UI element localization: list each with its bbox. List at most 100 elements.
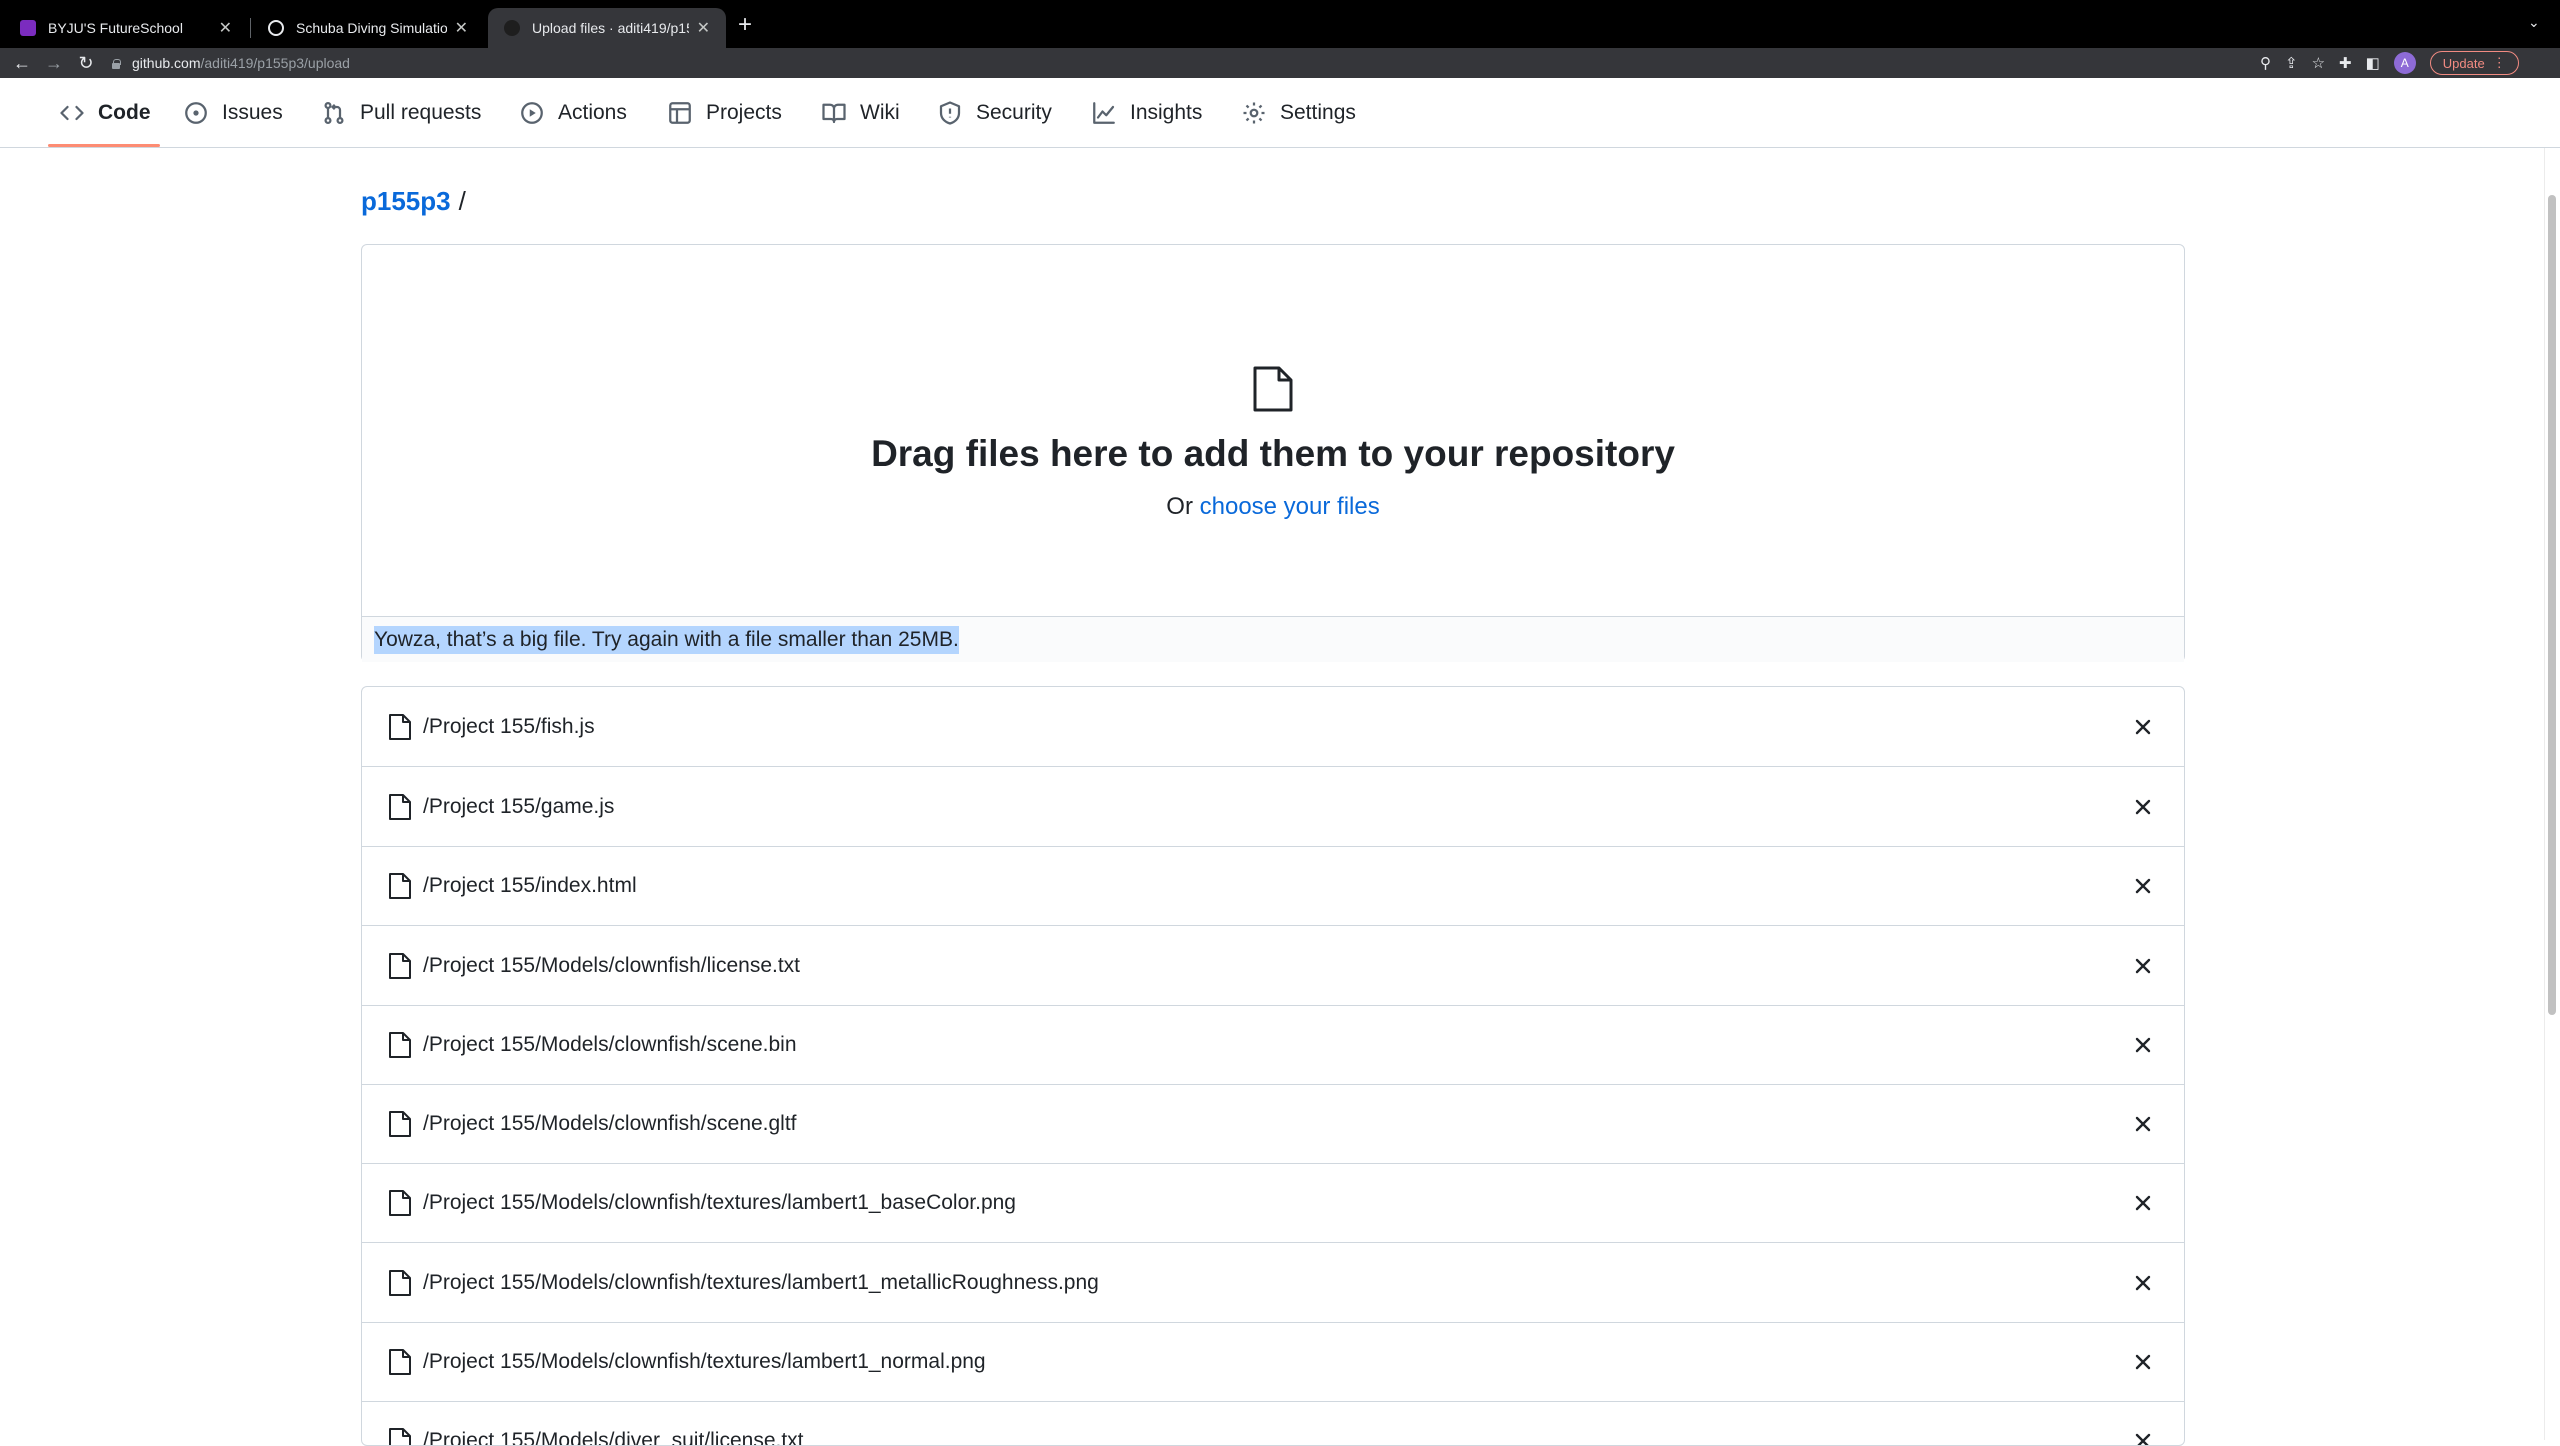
file-path: /Project 155/Models/clownfish/scene.gltf	[423, 1112, 797, 1136]
file-row: /Project 155/Models/diver_suit/license.t…	[362, 1401, 2184, 1446]
extensions-puzzle-icon[interactable]: ✚	[2339, 54, 2352, 72]
back-arrow-icon[interactable]: ←	[6, 48, 38, 78]
github-favicon-icon	[504, 20, 520, 36]
browser-tab-title: Upload files · aditi419/p155p3	[532, 20, 689, 36]
remove-file-x-icon[interactable]	[2130, 1349, 2156, 1375]
code-icon	[60, 101, 84, 125]
file-row: /Project 155/Models/clownfish/textures/l…	[362, 1243, 2184, 1323]
tab-search-chevron-icon[interactable]: ⌄	[2528, 14, 2540, 31]
breadcrumb-separator: /	[459, 186, 466, 217]
file-path: /Project 155/index.html	[423, 874, 637, 898]
file-icon	[388, 1110, 412, 1138]
tab-label: Wiki	[860, 101, 900, 125]
close-tab-icon[interactable]: ✕	[697, 18, 710, 38]
tab-label: Code	[98, 101, 151, 125]
profile-avatar[interactable]: A	[2394, 52, 2416, 74]
file-icon	[388, 1031, 412, 1059]
file-row: /Project 155/game.js	[362, 767, 2184, 847]
tab-actions[interactable]: Actions	[520, 78, 627, 148]
tab-settings[interactable]: Settings	[1242, 78, 1356, 148]
book-icon	[822, 101, 846, 125]
table-icon	[668, 101, 692, 125]
tab-code[interactable]: Code	[60, 78, 151, 148]
browser-tab-2-active[interactable]: Upload files · aditi419/p155p3 ✕	[488, 8, 726, 48]
address-bar[interactable]: github.com/aditi419/p155p3/upload	[112, 52, 2248, 74]
share-icon[interactable]: ⇪	[2285, 54, 2298, 72]
tab-wiki[interactable]: Wiki	[822, 78, 900, 148]
repo-navigation: Code Issues Pull requests Actions Projec…	[0, 78, 2560, 148]
remove-file-x-icon[interactable]	[2130, 714, 2156, 740]
remove-file-x-icon[interactable]	[2130, 953, 2156, 979]
file-path: /Project 155/Models/clownfish/license.tx…	[423, 954, 800, 978]
file-icon	[388, 1348, 412, 1376]
bookmark-star-icon[interactable]: ☆	[2312, 54, 2325, 72]
file-row: /Project 155/Models/clownfish/scene.gltf	[362, 1084, 2184, 1164]
file-icon	[388, 1189, 412, 1217]
update-button[interactable]: Update ⋮	[2430, 51, 2519, 75]
file-row: /Project 155/Models/clownfish/textures/l…	[362, 1163, 2184, 1243]
tab-label: Security	[976, 101, 1052, 125]
file-path: /Project 155/Models/clownfish/scene.bin	[423, 1033, 797, 1057]
globe-icon	[268, 20, 284, 36]
file-path: /Project 155/Models/clownfish/textures/l…	[423, 1271, 1099, 1295]
new-tab-plus-icon[interactable]: +	[738, 12, 752, 38]
remove-file-x-icon[interactable]	[2130, 1190, 2156, 1216]
browser-tab-title: Schuba Diving Simulation	[296, 20, 447, 36]
file-row: /Project 155/Models/clownfish/scene.bin	[362, 1005, 2184, 1085]
remove-file-x-icon[interactable]	[2130, 794, 2156, 820]
tab-issues[interactable]: Issues	[184, 78, 283, 148]
file-path: /Project 155/game.js	[423, 795, 614, 819]
browser-tab-title: BYJU'S FutureSchool	[48, 20, 211, 36]
drop-zone-subtitle: Or choose your files	[362, 493, 2184, 521]
graph-icon	[1092, 101, 1116, 125]
file-icon	[388, 793, 412, 821]
file-size-error: Yowza, that’s a big file. Try again with…	[362, 616, 2184, 662]
toolbar-icons: ⚲ ⇪ ☆ ✚ ◧ A Update ⋮	[2260, 48, 2519, 78]
tab-label: Pull requests	[360, 101, 481, 125]
file-icon	[388, 1269, 412, 1297]
url-host: github.com	[132, 55, 200, 71]
choose-files-link[interactable]: choose your files	[1200, 493, 1380, 520]
tab-projects[interactable]: Projects	[668, 78, 782, 148]
more-vert-icon: ⋮	[2493, 55, 2506, 71]
repo-name-link[interactable]: p155p3	[361, 186, 451, 217]
forward-arrow-icon[interactable]: →	[38, 48, 70, 78]
url-path: /aditi419/p155p3/upload	[200, 55, 349, 71]
browser-tab-0[interactable]: BYJU'S FutureSchool ✕	[4, 8, 248, 48]
upload-file-list: /Project 155/fish.js /Project 155/game.j…	[361, 686, 2185, 1446]
remove-file-x-icon[interactable]	[2130, 873, 2156, 899]
browser-tab-bar: BYJU'S FutureSchool ✕ Schuba Diving Simu…	[0, 0, 2560, 48]
zoom-magnifier-icon[interactable]: ⚲	[2260, 54, 2271, 72]
remove-file-x-icon[interactable]	[2130, 1111, 2156, 1137]
tab-label: Insights	[1130, 101, 1202, 125]
remove-file-x-icon[interactable]	[2130, 1428, 2156, 1446]
file-icon	[388, 872, 412, 900]
update-label: Update	[2443, 56, 2485, 71]
page-scrollbar-thumb[interactable]	[2548, 195, 2556, 1015]
tab-security[interactable]: Security	[938, 78, 1052, 148]
file-row: /Project 155/Models/clownfish/license.tx…	[362, 926, 2184, 1006]
close-tab-icon[interactable]: ✕	[219, 18, 232, 38]
tab-label: Actions	[558, 101, 627, 125]
file-drop-zone[interactable]: Drag files here to add them to your repo…	[361, 244, 2185, 662]
browser-tab-1[interactable]: Schuba Diving Simulation ✕	[252, 8, 484, 48]
tab-insights[interactable]: Insights	[1092, 78, 1202, 148]
play-icon	[520, 101, 544, 125]
side-panel-icon[interactable]: ◧	[2366, 54, 2380, 72]
close-tab-icon[interactable]: ✕	[455, 18, 468, 38]
file-icon	[1252, 365, 1294, 413]
selected-tab-underline	[48, 144, 160, 147]
file-path: /Project 155/Models/diver_suit/license.t…	[423, 1429, 804, 1446]
file-icon	[388, 952, 412, 980]
issue-icon	[184, 101, 208, 125]
tab-pull-requests[interactable]: Pull requests	[322, 78, 481, 148]
remove-file-x-icon[interactable]	[2130, 1270, 2156, 1296]
file-path: /Project 155/fish.js	[423, 715, 595, 739]
file-icon	[388, 713, 412, 741]
remove-file-x-icon[interactable]	[2130, 1032, 2156, 1058]
tab-divider	[250, 18, 251, 38]
reload-icon[interactable]: ↻	[70, 48, 102, 78]
drop-zone-title: Drag files here to add them to your repo…	[362, 433, 2184, 475]
file-path: /Project 155/Models/clownfish/textures/l…	[423, 1350, 986, 1374]
breadcrumb: p155p3 /	[361, 186, 466, 217]
